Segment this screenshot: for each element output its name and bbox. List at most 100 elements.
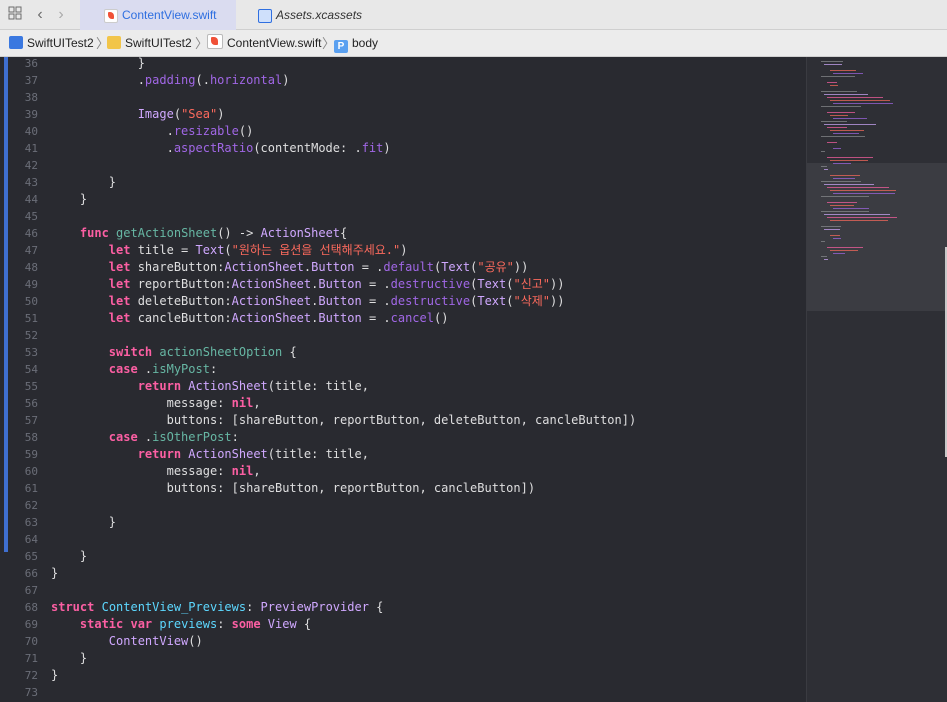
minimap-line [824, 184, 874, 185]
tab-contentview-swift[interactable]: ContentView.swift [80, 0, 236, 30]
minimap-line [827, 112, 855, 113]
tab-assets-xcassets[interactable]: Assets.xcassets [240, 0, 400, 30]
line-number: 37 [24, 74, 38, 87]
line-number: 56 [24, 397, 38, 410]
code-line[interactable]: 52 [0, 327, 806, 344]
code-line[interactable]: 71 } [0, 650, 806, 667]
code-line[interactable]: 68 struct ContentView_Previews: PreviewPr… [0, 599, 806, 616]
code-line[interactable]: 72} [0, 667, 806, 684]
line-number: 47 [24, 244, 38, 257]
code-line[interactable]: 50 let deleteButton:ActionSheet.Button =… [0, 293, 806, 310]
minimap-line [830, 205, 854, 206]
code-line[interactable]: 62 [0, 497, 806, 514]
line-number: 41 [24, 142, 38, 155]
code-line[interactable]: 73 [0, 684, 806, 701]
project-icon [9, 36, 23, 49]
code-line[interactable]: 38 [0, 89, 806, 106]
tab-label: ContentView.swift [122, 8, 217, 22]
code-line[interactable]: 51 let cancleButton:ActionSheet.Button =… [0, 310, 806, 327]
code-text: } [51, 515, 117, 529]
back-chevron-icon[interactable]: ‹ [31, 6, 49, 24]
minimap-line [821, 121, 847, 122]
code-text: } [51, 566, 59, 580]
code-text: message: nil, [51, 464, 261, 478]
code-line[interactable]: 65 } [0, 548, 806, 565]
code-line[interactable]: 60 message: nil, [0, 463, 806, 480]
line-number: 68 [24, 601, 38, 614]
breadcrumb-symbol[interactable]: Pbody [334, 30, 378, 57]
code-line[interactable]: 41 .aspectRatio(contentMode: .fit) [0, 140, 806, 157]
line-number: 58 [24, 431, 38, 444]
swift-file-icon [104, 9, 118, 23]
code-line[interactable]: 49 let reportButton:ActionSheet.Button =… [0, 276, 806, 293]
code-line[interactable]: 48 let shareButton:ActionSheet.Button = … [0, 259, 806, 276]
code-text: let reportButton:ActionSheet.Button = .d… [108, 277, 565, 291]
code-line[interactable]: 58 case .isOtherPost: [0, 429, 806, 446]
minimap-line [827, 157, 873, 158]
code-text: } [51, 651, 88, 665]
swift-file-icon [207, 34, 223, 49]
code-line[interactable]: 42 [0, 157, 806, 174]
minimap-line [830, 235, 840, 236]
code-line[interactable]: 69 static var previews: some View { [0, 616, 806, 633]
minimap-line [821, 181, 861, 182]
breadcrumb-project[interactable]: SwiftUITest2 [9, 30, 94, 57]
minimap-line [821, 76, 855, 77]
minimap-visible-region[interactable] [807, 163, 947, 311]
code-line[interactable]: 63 } [0, 514, 806, 531]
code-line[interactable]: 64 [0, 531, 806, 548]
line-number: 72 [24, 669, 38, 682]
code-editor[interactable]: 36 } 37 .padding(.horizontal) 38 39 Image("… [0, 55, 806, 702]
code-line[interactable]: 67 [0, 582, 806, 599]
minimap-line [821, 91, 857, 92]
code-text: let cancleButton:ActionSheet.Button = .c… [108, 311, 449, 325]
code-line[interactable]: 57 buttons: [shareButton, reportButton, … [0, 412, 806, 429]
minimap-line [827, 217, 897, 218]
code-line[interactable]: 47 let title = Text("원하는 옵션을 선택해주세요.") [0, 242, 806, 259]
code-text: } [51, 56, 145, 70]
breadcrumb-group[interactable]: SwiftUITest2 [107, 30, 192, 57]
code-line[interactable]: 61 buttons: [shareButton, reportButton, … [0, 480, 806, 497]
line-number: 46 [24, 227, 38, 240]
minimap-line [821, 256, 827, 257]
line-number: 52 [24, 329, 38, 342]
line-number: 38 [24, 91, 38, 104]
code-line[interactable]: 66} [0, 565, 806, 582]
code-line[interactable]: 53 switch actionSheetOption { [0, 344, 806, 361]
minimap-line [830, 160, 868, 161]
code-line[interactable]: 54 case .isMyPost: [0, 361, 806, 378]
code-line[interactable]: 39 Image("Sea") [0, 106, 806, 123]
minimap-line [821, 226, 841, 227]
code-line[interactable]: 46 func getActionSheet() -> ActionSheet{ [0, 225, 806, 242]
code-line[interactable]: 37 .padding(.horizontal) [0, 72, 806, 89]
minimap-line [827, 202, 857, 203]
code-line[interactable]: 40 .resizable() [0, 123, 806, 140]
minimap-line [821, 61, 843, 62]
line-number: 53 [24, 346, 38, 359]
code-line[interactable]: 55 return ActionSheet(title: title, [0, 378, 806, 395]
line-number: 44 [24, 193, 38, 206]
minimap-line [830, 190, 896, 191]
minimap-line [830, 100, 890, 101]
minimap-line [827, 82, 837, 83]
code-line[interactable]: 45 [0, 208, 806, 225]
forward-chevron-icon[interactable]: › [52, 6, 70, 24]
code-line[interactable]: 70 ContentView() [0, 633, 806, 650]
code-line[interactable]: 44 } [0, 191, 806, 208]
line-number: 73 [24, 686, 38, 699]
tab-label: Assets.xcassets [276, 8, 363, 22]
minimap-line [830, 70, 856, 71]
code-line[interactable]: 59 return ActionSheet(title: title, [0, 446, 806, 463]
minimap-line [833, 208, 869, 209]
minimap[interactable] [806, 57, 947, 702]
code-line[interactable]: 43 } [0, 174, 806, 191]
minimap-line [833, 238, 841, 239]
line-number: 70 [24, 635, 38, 648]
code-text: case .isMyPost: [108, 362, 218, 376]
breadcrumb-file[interactable]: ContentView.swift [207, 30, 322, 57]
folder-icon [107, 36, 121, 49]
grid-icon[interactable] [6, 6, 24, 24]
code-line[interactable]: 36 } [0, 55, 806, 72]
minimap-line [821, 241, 825, 242]
code-line[interactable]: 56 message: nil, [0, 395, 806, 412]
